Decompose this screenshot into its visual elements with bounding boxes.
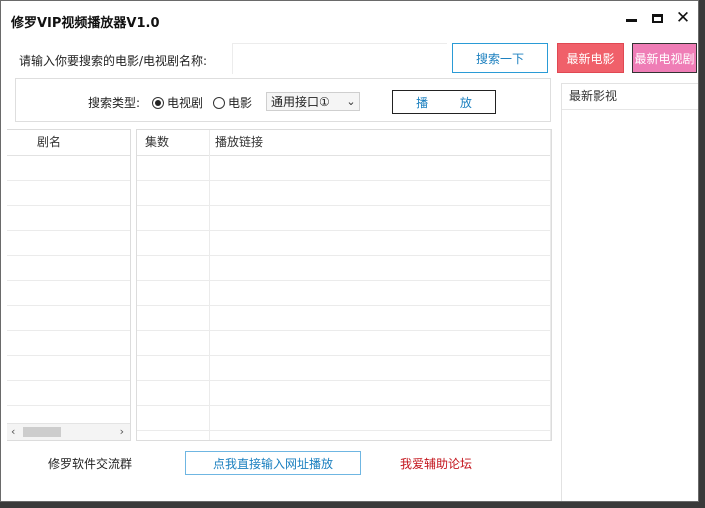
api-select-value: 通用接口① — [271, 95, 330, 109]
latest-tv-button[interactable]: 最新电视剧 — [632, 43, 697, 73]
latest-panel[interactable]: 最新影视 — [561, 83, 698, 501]
episodes-header: 集数 播放链接 — [137, 130, 551, 156]
latest-panel-header: 最新影视 — [562, 84, 698, 110]
play-button[interactable]: 播 放 — [392, 90, 496, 114]
search-button[interactable]: 搜索一下 — [452, 43, 548, 73]
drama-list-hscrollbar[interactable]: ‹ › — [7, 423, 130, 440]
window-shadow — [699, 0, 705, 508]
group-label: 修罗软件交流群 — [48, 457, 133, 471]
direct-url-button[interactable]: 点我直接输入网址播放 — [185, 451, 361, 475]
maximize-button[interactable] — [644, 7, 670, 29]
search-input[interactable] — [232, 43, 447, 74]
radio-movie[interactable]: 电影 — [213, 94, 252, 111]
search-label: 请输入你要搜索的电影/电视剧名称: — [19, 54, 208, 68]
window-title: 修罗VIP视频播放器V1.0 — [11, 16, 160, 31]
main-window: 修罗VIP视频播放器V1.0 ✕ 请输入你要搜索的电影/电视剧名称: 搜索一下 … — [0, 0, 699, 502]
scroll-thumb[interactable] — [23, 427, 61, 437]
latest-movies-button[interactable]: 最新电影 — [557, 43, 624, 73]
minimize-icon — [625, 18, 637, 22]
radio-movie-label: 电影 — [228, 96, 253, 110]
link-column: 播放链接 — [215, 135, 264, 149]
chevron-down-icon: ⌄ — [346, 95, 356, 108]
search-type-label: 搜索类型: — [88, 96, 141, 110]
radio-tv[interactable]: 电视剧 — [152, 94, 203, 111]
maximize-icon — [651, 13, 663, 23]
scroll-right-icon[interactable]: › — [120, 425, 124, 438]
forum-link[interactable]: 我爱辅助论坛 — [400, 455, 472, 472]
drama-list[interactable]: 剧名 ‹ › — [7, 129, 131, 441]
minimize-button[interactable] — [618, 7, 644, 29]
radio-movie-indicator — [213, 96, 225, 109]
radio-tv-indicator — [152, 96, 164, 109]
drama-list-header: 剧名 — [7, 130, 130, 156]
episodes-table[interactable]: 集数 播放链接 — [136, 129, 552, 441]
api-select[interactable]: 通用接口① ⌄ — [266, 92, 360, 111]
scroll-left-icon[interactable]: ‹ — [11, 425, 15, 438]
episode-column: 集数 — [145, 135, 170, 149]
close-button[interactable]: ✕ — [670, 7, 696, 29]
close-icon: ✕ — [675, 7, 691, 28]
drama-name-column: 剧名 — [37, 135, 62, 149]
radio-tv-label: 电视剧 — [167, 96, 204, 110]
